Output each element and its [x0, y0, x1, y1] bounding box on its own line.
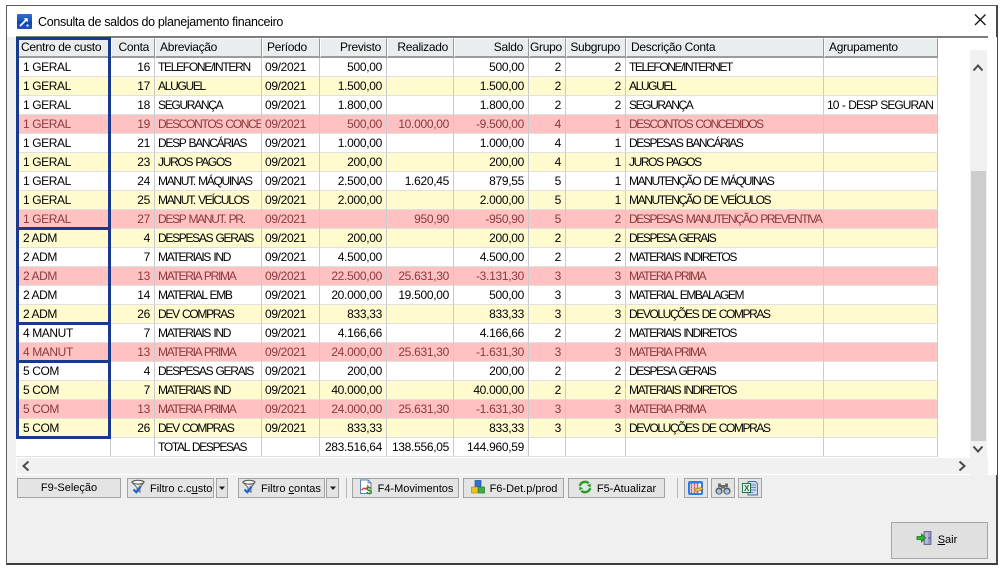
svg-text:X: X [744, 484, 750, 493]
svg-text:$: $ [366, 485, 372, 495]
